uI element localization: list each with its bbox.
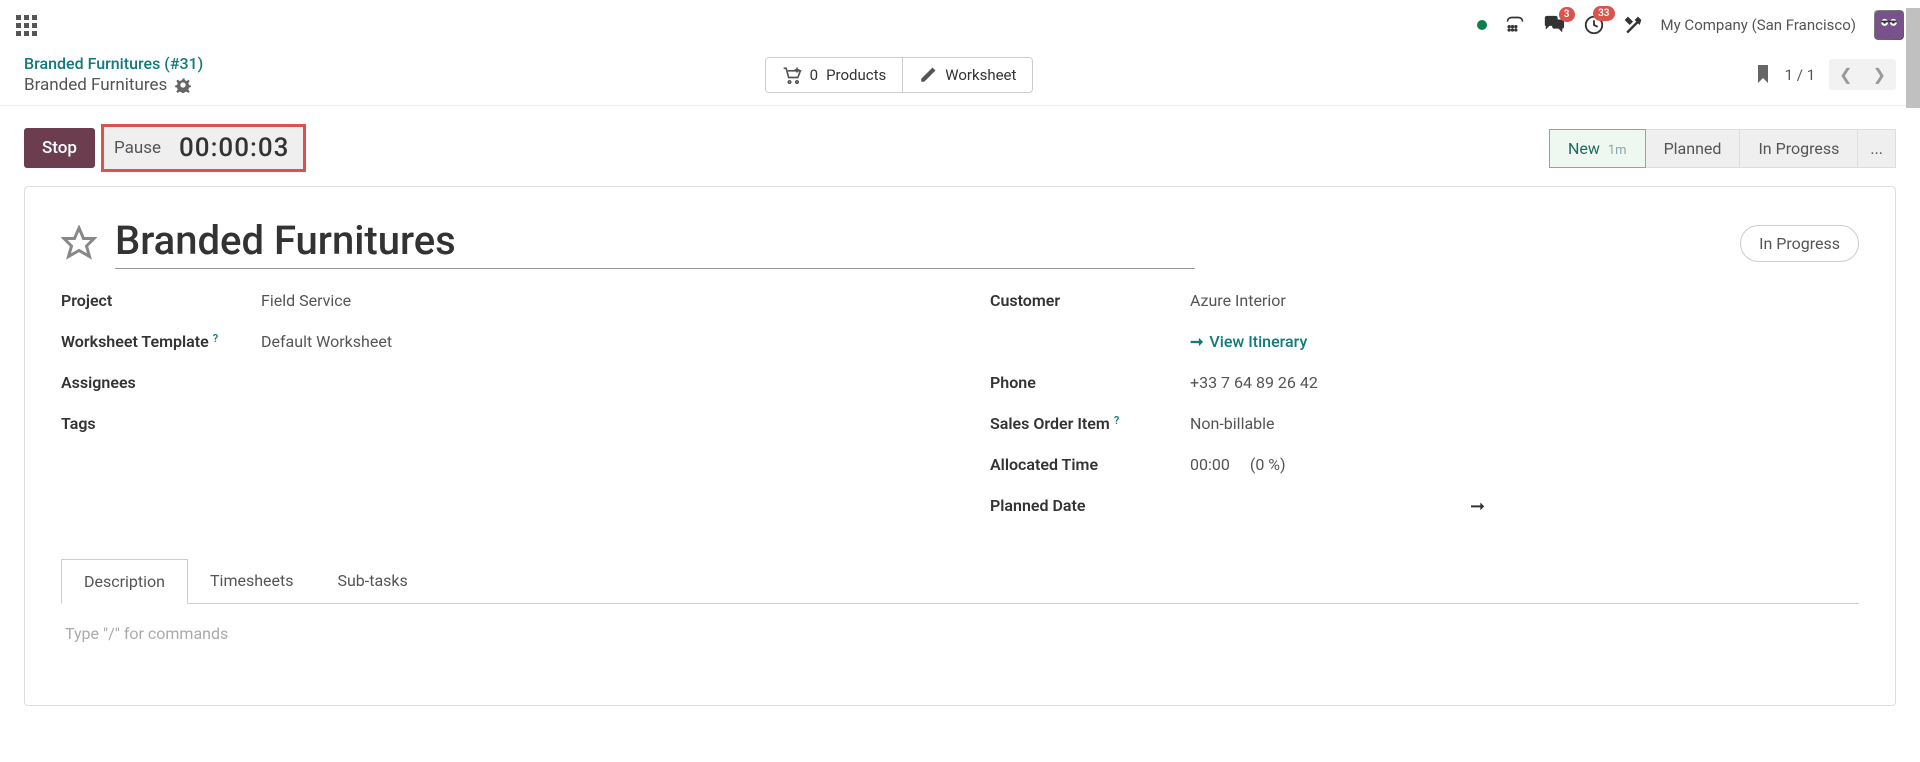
row2-right: 1 / 1 ❮ ❯ [1755,59,1896,90]
view-itinerary-link[interactable]: ➞View Itinerary [1190,332,1307,351]
worksheet-button[interactable]: Worksheet [902,58,1032,92]
activities-icon[interactable]: 33 [1583,14,1605,36]
messages-badge: 3 [1559,7,1575,22]
help-icon[interactable]: ? [213,332,218,351]
stage-new-age: 1m [1608,143,1627,158]
form-card: In Progress Project Field Service Worksh… [24,186,1896,706]
timer-value: 00:00:03 [179,133,289,163]
value-project[interactable]: Field Service [261,291,351,310]
topbar-right: 3 33 My Company (San Francisco) [1477,10,1904,40]
pager: 1 / 1 [1785,66,1816,84]
value-planned-date[interactable]: ➞ [1190,496,1485,517]
presence-dot [1477,20,1487,30]
gear-icon[interactable] [175,77,191,93]
stage-new[interactable]: New 1m [1549,129,1646,168]
value-customer[interactable]: Azure Interior [1190,291,1286,310]
messages-icon[interactable]: 3 [1543,15,1565,35]
breadcrumb-parent-link[interactable]: Branded Furnitures (#31) [24,54,404,73]
scrollbar[interactable] [1906,8,1920,108]
value-sales-order-item[interactable]: Non-billable [1190,414,1275,433]
label-customer: Customer [990,291,1190,310]
stop-button[interactable]: Stop [24,128,95,168]
pager-total: 1 [1807,66,1815,84]
products-button[interactable]: 0 Products [766,58,903,92]
label-allocated-time: Allocated Time [990,455,1190,474]
left-column: Project Field Service Worksheet Template… [61,291,930,539]
action-button-group: 0 Products Worksheet [765,57,1034,93]
pause-timer-box: Pause 00:00:03 [101,124,306,172]
control-row: Stop Pause 00:00:03 New 1m Planned In Pr… [0,106,1920,180]
title-input[interactable] [115,217,1195,269]
breadcrumb: Branded Furnitures (#31) Branded Furnitu… [24,54,404,95]
label-worksheet-template: Worksheet Template? [61,332,261,351]
pager-next[interactable]: ❯ [1863,59,1896,90]
label-assignees: Assignees [61,373,261,392]
pause-button[interactable]: Pause [114,138,161,158]
star-icon[interactable] [61,225,97,261]
tab-timesheets[interactable]: Timesheets [188,559,315,603]
breadcrumb-title: Branded Furnitures [24,75,167,95]
products-label: Products [826,66,886,84]
value-worksheet-template[interactable]: Default Worksheet [261,332,392,351]
worksheet-label: Worksheet [945,66,1016,84]
label-tags: Tags [61,414,261,433]
tools-icon[interactable] [1623,15,1643,35]
stage-planned[interactable]: Planned [1645,129,1741,168]
field-grid: Project Field Service Worksheet Template… [61,291,1859,539]
label-sales-order-item: Sales Order Item? [990,414,1190,433]
status-chip[interactable]: In Progress [1740,225,1859,262]
tab-subtasks[interactable]: Sub-tasks [315,559,429,603]
value-allocated-time[interactable]: 00:00(0 %) [1190,455,1286,474]
products-count: 0 [810,66,818,84]
pager-current: 1 [1785,66,1793,84]
stage-more[interactable]: ... [1857,129,1896,168]
avatar[interactable] [1874,10,1904,40]
pencil-icon [919,66,937,84]
help-icon[interactable]: ? [1114,414,1119,433]
tab-description[interactable]: Description [61,559,188,604]
topbar: 3 33 My Company (San Francisco) [0,0,1920,50]
stage-bar: New 1m Planned In Progress ... [1550,129,1896,168]
pager-prev[interactable]: ❮ [1829,59,1862,90]
cart-icon [782,66,802,84]
activities-badge: 33 [1593,6,1614,21]
value-phone[interactable]: +33 7 64 89 26 42 [1190,373,1318,392]
apps-icon[interactable] [16,15,37,36]
call-icon[interactable] [1505,15,1525,35]
arrow-right-icon: ➞ [1470,496,1485,517]
arrow-right-icon: ➞ [1190,332,1203,351]
bookmark-icon[interactable] [1755,65,1771,85]
description-editor[interactable]: Type "/" for commands [61,604,1859,663]
label-project: Project [61,291,261,310]
label-phone: Phone [990,373,1190,392]
company-selector[interactable]: My Company (San Francisco) [1661,16,1856,34]
label-planned-date: Planned Date [990,496,1190,515]
stage-new-label: New [1568,139,1600,158]
stage-in-progress[interactable]: In Progress [1739,129,1858,168]
right-column: Customer Azure Interior ➞View Itinerary … [990,291,1859,539]
header-row: Branded Furnitures (#31) Branded Furnitu… [0,50,1920,106]
pager-nav: ❮ ❯ [1829,59,1896,90]
title-row: In Progress [61,217,1859,269]
tabs: Description Timesheets Sub-tasks [61,559,1859,604]
